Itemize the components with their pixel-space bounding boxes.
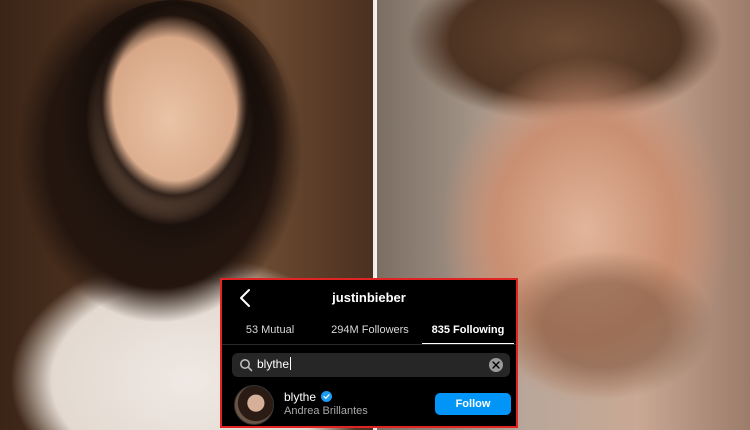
result-full-name: Andrea Brillantes — [284, 405, 368, 417]
beard-shape — [495, 250, 715, 400]
verified-badge-icon — [321, 391, 333, 402]
tab-followers[interactable]: 294M Followers — [318, 320, 422, 344]
following-panel: justinbieber 53 Mutual 294M Followers 83… — [220, 278, 518, 428]
hair-shape — [60, 0, 290, 250]
avatar[interactable] — [234, 385, 274, 425]
tab-mutual[interactable]: 53 Mutual — [222, 320, 318, 344]
search-input-value: blythe — [257, 357, 292, 371]
follow-button[interactable]: Follow — [435, 393, 511, 415]
clear-icon — [492, 361, 500, 369]
panel-header: justinbieber — [222, 280, 516, 318]
result-username[interactable]: blythe — [284, 390, 333, 404]
list-item[interactable]: blythe Andrea Brillantes Follow — [222, 382, 516, 426]
tab-following[interactable]: 835 Following — [422, 320, 514, 344]
search-icon — [240, 359, 253, 372]
tab-divider — [222, 344, 516, 345]
text-caret — [290, 357, 292, 370]
tab-bar: 53 Mutual 294M Followers 835 Following — [222, 320, 516, 344]
profile-username: justinbieber — [332, 290, 406, 305]
search-input[interactable]: blythe — [232, 353, 510, 377]
clear-search-button[interactable] — [489, 358, 503, 372]
